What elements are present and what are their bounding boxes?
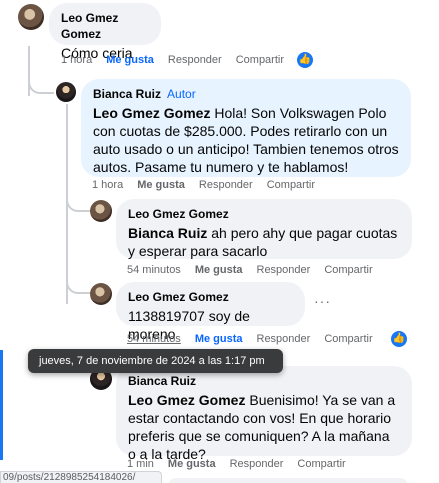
like-button[interactable]: Me gusta [195,264,243,276]
link-status-bar: 09/posts/2128985254184026/ [0,471,162,483]
thread-connector [66,272,90,294]
comment-bubble-highlighted: Bianca Ruiz Autor Leo Gmez Gomez Hola! So… [81,79,411,177]
comment-bubble: Leo Gmez Gomez Bianca Ruiz ah pero ahy q… [116,199,412,259]
more-options-icon[interactable]: ··· [314,293,331,309]
like-button[interactable]: Me gusta [168,458,216,470]
reply-button[interactable]: Responder [257,333,311,345]
comment-bubble: Bianca Ruiz Leo Gmez Gomez Buenisimo! Ya… [116,366,412,462]
share-button[interactable]: Compartir [267,179,315,191]
comment-timestamp[interactable]: 1 hora [92,179,123,191]
reply-button[interactable]: Responder [257,264,311,276]
comment-text: Leo Gmez Gomez Hola! Son Volkswagen Polo… [93,104,399,176]
next-comment-bubble [168,478,408,483]
mention-link[interactable]: Leo Gmez Gomez [93,105,210,121]
like-button[interactable]: Me gusta [195,333,243,345]
comment-timestamp[interactable]: 1 hora [61,54,92,66]
avatar[interactable] [90,283,112,305]
avatar[interactable] [90,200,112,222]
timestamp-tooltip: jueves, 7 de noviembre de 2024 a las 1:1… [28,349,283,373]
comment-bubble: Leo Gmez Gomez 1138819707 soy de moreno [116,282,305,342]
comment-timestamp[interactable]: 1 min [127,458,154,470]
comment-timestamp[interactable]: 54 minutos [127,264,181,276]
reply-button[interactable]: Responder [230,458,284,470]
share-button[interactable]: Compartir [297,458,345,470]
comment-actions: 54 minutos Me gusta Responder Compartir [127,264,373,276]
mention-link[interactable]: Bianca Ruiz [128,225,207,241]
comment-actions: 1 min Me gusta Responder Compartir [127,458,346,470]
avatar[interactable] [56,82,76,102]
comment-text: Leo Gmez Gomez Buenisimo! Ya se van a es… [128,391,400,463]
comment-timestamp[interactable]: 54 minutos [127,333,181,345]
like-reaction-icon[interactable]: 👍 [391,331,407,347]
like-reaction-icon[interactable]: 👍 [297,52,313,68]
share-button[interactable]: Compartir [324,264,372,276]
comment-actions: 54 minutos Me gusta Responder Compartir [127,333,373,345]
share-button[interactable]: Compartir [236,54,284,66]
mention-link[interactable]: Leo Gmez Gomez [128,392,245,408]
comment-author[interactable]: Leo Gmez Gomez [61,10,149,42]
comment-bubble: Leo Gmez Gomez Cómo ceria [49,3,161,61]
thread-connector [66,190,90,212]
share-button[interactable]: Compartir [324,333,372,345]
author-name[interactable]: Bianca Ruiz [93,87,161,101]
thread-connector [28,60,54,94]
avatar[interactable] [18,4,44,30]
comment-text: Bianca Ruiz ah pero ahy que pagar cuotas… [128,224,400,260]
comment-actions: 1 hora Me gusta Responder Compartir [61,54,284,66]
author-badge: Autor [167,87,196,101]
reply-button[interactable]: Responder [199,179,253,191]
focus-indicator [0,350,3,460]
comment-actions: 1 hora Me gusta Responder Compartir [92,179,315,191]
comment-author[interactable]: Leo Gmez Gomez [128,206,400,222]
comment-author: Bianca Ruiz Autor [93,86,399,102]
comment-author[interactable]: Bianca Ruiz [128,373,400,389]
like-button[interactable]: Me gusta [106,54,154,66]
comment-author[interactable]: Leo Gmez Gomez [128,289,293,305]
reply-button[interactable]: Responder [168,54,222,66]
like-button[interactable]: Me gusta [137,179,185,191]
